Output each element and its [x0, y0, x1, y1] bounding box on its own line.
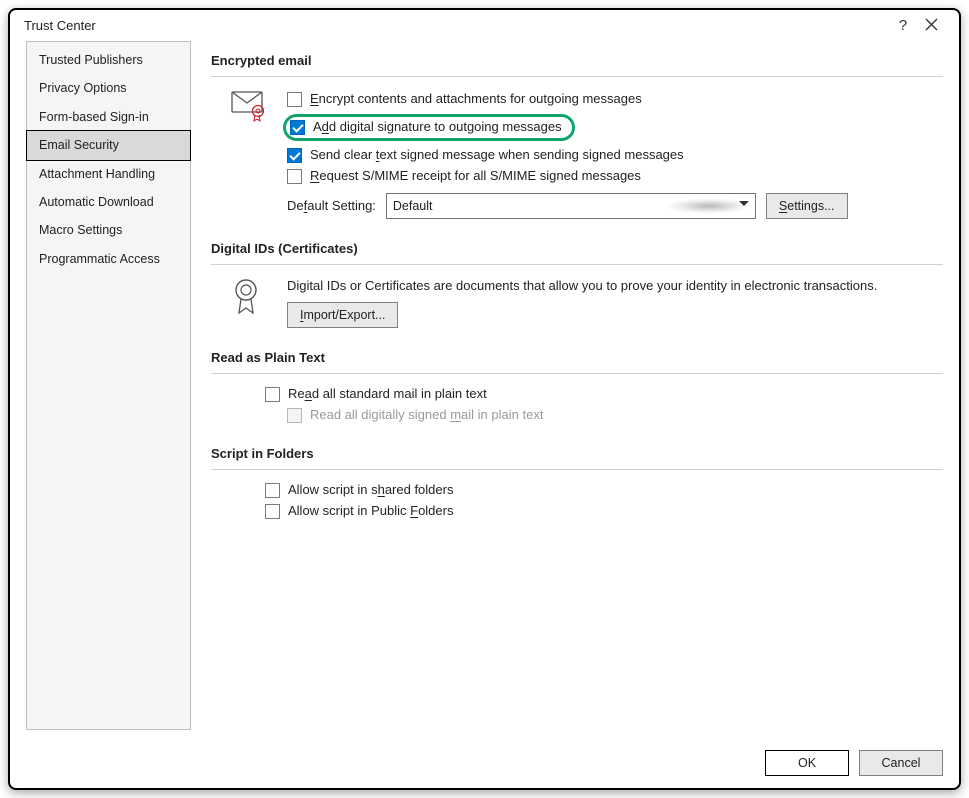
- checkbox-label: Read all standard mail in plain text: [288, 386, 487, 403]
- checkbox-encrypt-contents[interactable]: Encrypt contents and attachments for out…: [287, 91, 943, 108]
- divider: [211, 264, 943, 265]
- checkbox-icon: [265, 504, 280, 519]
- ok-button[interactable]: OK: [765, 750, 849, 776]
- divider: [211, 76, 943, 77]
- sidebar-item-label: Email Security: [39, 138, 119, 152]
- cancel-button[interactable]: Cancel: [859, 750, 943, 776]
- checkbox-read-signed-plain: Read all digitally signed mail in plain …: [265, 407, 943, 424]
- digitalids-description: Digital IDs or Certificates are document…: [287, 277, 943, 295]
- sidebar-item-trusted-publishers[interactable]: Trusted Publishers: [27, 46, 190, 74]
- redacted-area: [669, 199, 749, 213]
- section-heading-digitalids: Digital IDs (Certificates): [211, 241, 943, 256]
- sidebar-item-automatic-download[interactable]: Automatic Download: [27, 188, 190, 216]
- certificate-ribbon-icon: [231, 277, 271, 317]
- checkbox-label: Encrypt contents and attachments for out…: [310, 91, 642, 108]
- checkbox-label: Send clear text signed message when send…: [310, 147, 684, 164]
- sidebar-item-attachment-handling[interactable]: Attachment Handling: [27, 160, 190, 188]
- window-title: Trust Center: [24, 18, 889, 33]
- checkbox-read-all-plain[interactable]: Read all standard mail in plain text: [265, 386, 943, 403]
- checkbox-icon: [287, 408, 302, 423]
- sidebar-item-label: Privacy Options: [39, 81, 127, 95]
- checkbox-label: Allow script in shared folders: [288, 482, 453, 499]
- sidebar-item-label: Attachment Handling: [39, 167, 155, 181]
- checkbox-label: Allow script in Public Folders: [288, 503, 453, 520]
- divider: [211, 469, 943, 470]
- sidebar-item-privacy-options[interactable]: Privacy Options: [27, 74, 190, 102]
- sidebar-item-label: Automatic Download: [39, 195, 154, 209]
- checkbox-smime-receipt[interactable]: Request S/MIME receipt for all S/MIME si…: [287, 168, 943, 185]
- main-panel: Encrypted email: [211, 41, 943, 730]
- close-icon: [925, 18, 938, 31]
- checkbox-label: Add digital signature to outgoing messag…: [313, 119, 562, 136]
- sidebar-item-label: Trusted Publishers: [39, 53, 143, 67]
- section-heading-encrypted: Encrypted email: [211, 53, 943, 68]
- sidebar-item-macro-settings[interactable]: Macro Settings: [27, 216, 190, 244]
- checkbox-script-public[interactable]: Allow script in Public Folders: [265, 503, 943, 520]
- checkbox-icon: [290, 120, 305, 135]
- section-heading-script: Script in Folders: [211, 446, 943, 461]
- checkbox-icon: [265, 387, 280, 402]
- checkbox-clear-text[interactable]: Send clear text signed message when send…: [287, 147, 943, 164]
- settings-button[interactable]: Settings...: [766, 193, 848, 219]
- default-setting-label: Default Setting:: [287, 198, 376, 213]
- checkbox-icon: [265, 483, 280, 498]
- chevron-down-icon: [739, 201, 749, 206]
- checkbox-script-shared[interactable]: Allow script in shared folders: [265, 482, 943, 499]
- divider: [211, 373, 943, 374]
- envelope-seal-icon: [231, 89, 271, 123]
- checkbox-icon: [287, 169, 302, 184]
- default-setting-combo[interactable]: Default: [386, 193, 756, 219]
- checkbox-icon: [287, 148, 302, 163]
- sidebar-item-programmatic-access[interactable]: Programmatic Access: [27, 245, 190, 273]
- import-export-button[interactable]: Import/Export...: [287, 302, 398, 328]
- sidebar-item-email-security[interactable]: Email Security: [26, 130, 191, 160]
- sidebar-item-label: Form-based Sign-in: [39, 110, 149, 124]
- trust-center-dialog: Trust Center ? Trusted Publishers Privac…: [8, 8, 961, 790]
- help-button[interactable]: ?: [889, 18, 917, 33]
- sidebar-item-label: Macro Settings: [39, 223, 122, 237]
- checkbox-label: Request S/MIME receipt for all S/MIME si…: [310, 168, 641, 185]
- highlighted-option: Add digital signature to outgoing messag…: [283, 114, 575, 141]
- close-button[interactable]: [917, 18, 945, 33]
- combo-value: Default: [393, 199, 665, 213]
- checkbox-label: Read all digitally signed mail in plain …: [310, 407, 543, 424]
- sidebar-item-label: Programmatic Access: [39, 252, 160, 266]
- titlebar: Trust Center ?: [10, 10, 959, 41]
- checkbox-add-signature[interactable]: Add digital signature to outgoing messag…: [290, 119, 562, 136]
- dialog-footer: OK Cancel: [10, 742, 959, 788]
- checkbox-icon: [287, 92, 302, 107]
- sidebar-item-form-signin[interactable]: Form-based Sign-in: [27, 103, 190, 131]
- sidebar: Trusted Publishers Privacy Options Form-…: [26, 41, 191, 730]
- section-heading-plaintext: Read as Plain Text: [211, 350, 943, 365]
